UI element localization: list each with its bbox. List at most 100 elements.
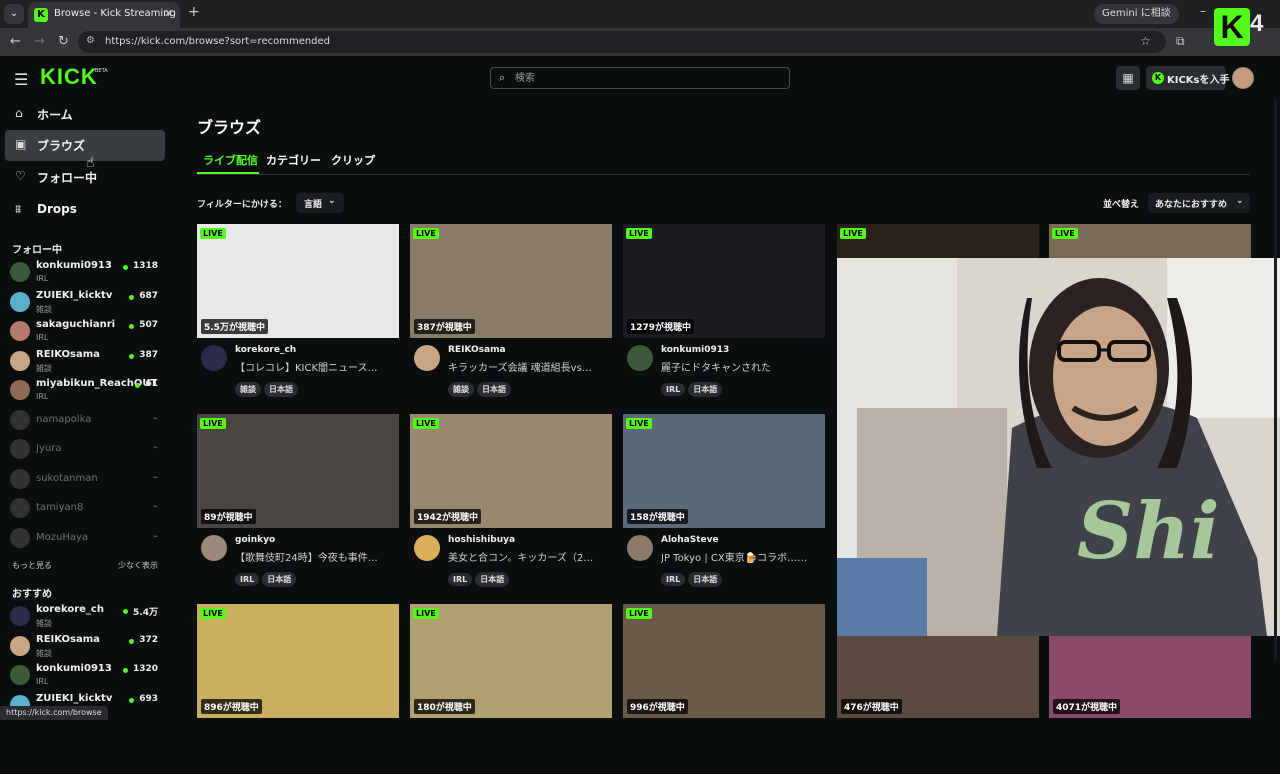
minimize-icon[interactable]: – <box>1200 4 1206 18</box>
nav-following[interactable]: ♡ フォロー中 <box>5 162 165 193</box>
following-item[interactable]: Jyura ⌁ <box>10 436 162 464</box>
tag[interactable]: 雑談 <box>448 382 474 397</box>
page-scrollbar[interactable] <box>1274 100 1277 660</box>
stream-thumbnail[interactable]: LIVE 89が視聴中 <box>197 414 399 528</box>
channel-name[interactable]: AlohaSteve <box>661 535 719 545</box>
show-more-link[interactable]: もっと見る <box>12 560 52 571</box>
stream-card[interactable]: LIVE 896が視聴中 <box>197 604 399 774</box>
following-item[interactable]: sakaguchianri IRL 507 <box>10 318 162 346</box>
channel-name[interactable]: hoshishibuya <box>448 535 515 545</box>
extensions-icon[interactable]: ⧉ <box>1176 34 1185 49</box>
stream-title[interactable]: 【歌舞伎町24時】今夜も事件… <box>235 549 395 564</box>
back-icon[interactable]: ← <box>10 34 21 49</box>
stream-thumbnail[interactable]: LIVE 387が視聴中 <box>410 224 612 338</box>
avatar[interactable] <box>414 345 440 371</box>
stream-title[interactable]: 麗子にドタキャンされた <box>661 359 821 374</box>
tag[interactable]: 日本語 <box>688 572 723 587</box>
user-avatar[interactable] <box>1232 67 1254 89</box>
tag[interactable]: 雑談 <box>235 382 261 397</box>
browser-tab[interactable]: K Browse - Kick Streaming ✕ <box>28 2 180 28</box>
get-kicks-button[interactable]: K KICKsを入手 <box>1146 66 1230 90</box>
url-field[interactable]: ⚙ https://kick.com/browse?sort=recommend… <box>78 31 1166 53</box>
recommended-channel-name: konkumi0913 <box>36 663 112 674</box>
stream-title[interactable]: JP Tokyo | CX東京🍺コラボ…… <box>661 549 821 564</box>
tag[interactable]: IRL <box>661 573 686 586</box>
menu-icon[interactable]: ☰ <box>14 70 28 89</box>
channel-name[interactable]: goinkyo <box>235 535 275 545</box>
viewer-count: 896が視聴中 <box>201 699 262 714</box>
following-item[interactable]: konkumi0913 IRL 1318 <box>10 259 162 287</box>
stream-thumbnail[interactable]: LIVE 896が視聴中 <box>197 604 399 718</box>
search-input[interactable] <box>515 70 775 86</box>
stream-card[interactable]: LIVE 180が視聴中 <box>410 604 612 774</box>
channel-name[interactable]: konkumi0913 <box>661 345 729 355</box>
kick-logo[interactable]: KICK <box>40 64 98 90</box>
stream-thumbnail[interactable]: LIVE 996が視聴中 <box>623 604 825 718</box>
avatar[interactable] <box>201 345 227 371</box>
stream-title[interactable]: 【コレコレ】KICK闇ニュース… <box>235 359 395 374</box>
recommended-item[interactable]: konkumi0913 IRL 1320 <box>10 662 162 690</box>
following-item[interactable]: MozuHaya ⌁ <box>10 525 162 553</box>
show-less-link[interactable]: 少なく表示 <box>118 560 158 571</box>
following-item[interactable]: namapolka ⌁ <box>10 407 162 435</box>
following-viewer-count: 507 <box>139 320 158 330</box>
stream-card[interactable]: LIVE 387が視聴中 REIKOsama キラッカーズ会議 魂道組長vs… 雑談 日本… <box>410 224 612 397</box>
forward-icon[interactable]: → <box>34 34 45 49</box>
sort-dropdown[interactable]: あなたにおすすめ ⌄ <box>1148 193 1250 213</box>
following-item[interactable]: miyabikun_ReachOUT IRL 61 <box>10 377 162 405</box>
stream-thumbnail[interactable]: LIVE 5.5万が視聴中 <box>197 224 399 338</box>
recommended-channel-name: REIKOsama <box>36 634 100 645</box>
tag[interactable]: IRL <box>448 573 473 586</box>
search-box[interactable]: ⌕ <box>490 67 790 89</box>
channel-name[interactable]: REIKOsama <box>448 345 506 355</box>
new-tab-button[interactable]: + <box>188 4 200 20</box>
avatar[interactable] <box>627 535 653 561</box>
tag[interactable]: 日本語 <box>262 572 297 587</box>
layout-icon[interactable]: ▦ <box>1116 66 1140 90</box>
tab-search-icon[interactable]: ⌄ <box>4 4 24 24</box>
language-filter-dropdown[interactable]: 言語 ⌄ <box>296 193 344 213</box>
avatar[interactable] <box>201 535 227 561</box>
stream-title[interactable]: キラッカーズ会議 魂道組長vs… <box>448 359 608 374</box>
nav-drops[interactable]: ⩩ Drops <box>5 195 165 226</box>
stream-card[interactable]: LIVE 1279が視聴中 konkumi0913 麗子にドタキャンされた IRL 日本語 <box>623 224 825 397</box>
channel-name[interactable]: korekore_ch <box>235 345 296 355</box>
following-channel-name: ZUIEKI_kicktv <box>36 290 113 301</box>
avatar[interactable] <box>414 535 440 561</box>
tag[interactable]: IRL <box>661 383 686 396</box>
tag[interactable]: IRL <box>235 573 260 586</box>
following-item[interactable]: tamiyan8 ⌁ <box>10 495 162 523</box>
tab-live[interactable]: ライブ配信 <box>203 152 258 168</box>
following-item[interactable]: sukotanman ⌁ <box>10 466 162 494</box>
tab-close-icon[interactable]: ✕ <box>164 7 173 20</box>
reload-icon[interactable]: ↻ <box>58 34 69 49</box>
gemini-button[interactable]: Gemini に相談 <box>1094 4 1179 24</box>
stream-thumbnail[interactable]: LIVE 1942が視聴中 <box>410 414 612 528</box>
recommended-section-title: おすすめ <box>12 589 52 600</box>
stream-card[interactable]: LIVE 996が視聴中 <box>623 604 825 774</box>
stream-thumbnail[interactable]: LIVE 180が視聴中 <box>410 604 612 718</box>
stream-card[interactable]: LIVE 158が視聴中 AlohaSteve JP Tokyo | CX東京🍺コラボ… <box>623 414 825 587</box>
recommended-item[interactable]: korekore_ch 雑談 5.4万 <box>10 603 162 631</box>
following-item[interactable]: REIKOsama 雑談 387 <box>10 348 162 376</box>
following-item[interactable]: ZUIEKI_kicktv 雑談 687 <box>10 289 162 317</box>
stream-card[interactable]: LIVE 5.5万が視聴中 korekore_ch 【コレコレ】KICK闇ニュース… 雑… <box>197 224 399 397</box>
bookmark-star-icon[interactable]: ☆ <box>1140 34 1151 48</box>
stream-card[interactable]: LIVE 1942が視聴中 hoshishibuya 美女と合コン。キッカーズ（2… I… <box>410 414 612 587</box>
nav-browse[interactable]: ▣ ブラウズ <box>5 130 165 161</box>
stream-thumbnail[interactable]: LIVE 1279が視聴中 <box>623 224 825 338</box>
stream-thumbnail[interactable]: LIVE 158が視聴中 <box>623 414 825 528</box>
tag[interactable]: 日本語 <box>264 382 298 397</box>
stream-card[interactable]: LIVE 89が視聴中 goinkyo 【歌舞伎町24時】今夜も事件… IRL 日本語 <box>197 414 399 587</box>
avatar[interactable] <box>627 345 653 371</box>
tag[interactable]: 日本語 <box>475 572 510 587</box>
recommended-item[interactable]: REIKOsama 雑談 372 <box>10 633 162 661</box>
recommended-viewer-count: 693 <box>139 694 158 704</box>
tab-clips[interactable]: クリップ <box>331 152 375 168</box>
tag[interactable]: 日本語 <box>477 382 511 397</box>
tab-categories[interactable]: カテゴリー <box>266 152 321 168</box>
tag[interactable]: 日本語 <box>688 382 723 397</box>
nav-home[interactable]: ⌂ ホーム <box>5 99 165 130</box>
site-info-icon[interactable]: ⚙ <box>86 35 95 46</box>
stream-title[interactable]: 美女と合コン。キッカーズ（2… <box>448 549 608 564</box>
